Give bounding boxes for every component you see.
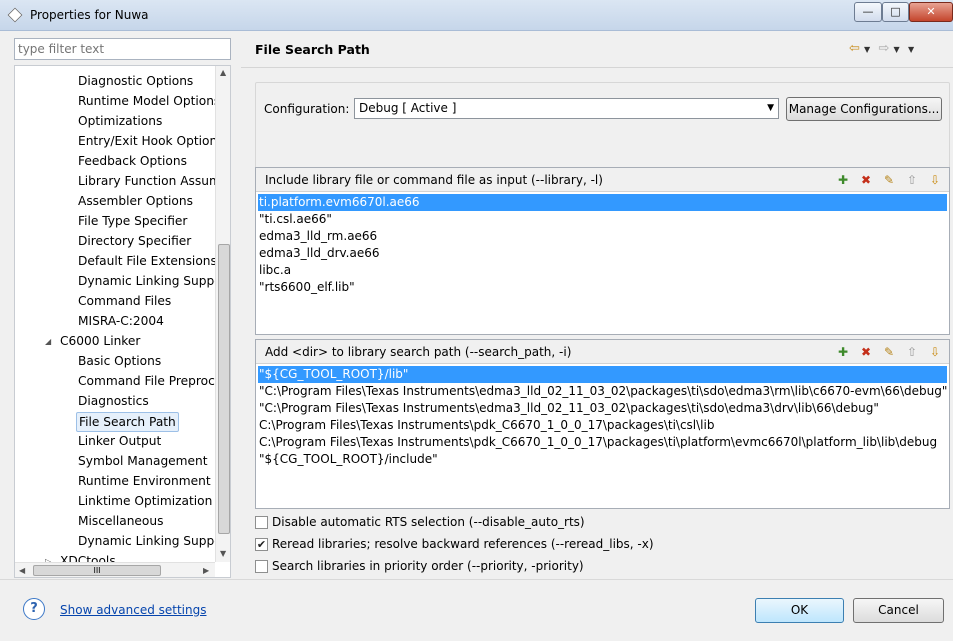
list-item[interactable]: edma3_lld_rm.ae66: [258, 228, 377, 245]
scroll-right-icon[interactable]: ▶: [203, 566, 209, 575]
edit-icon[interactable]: ✎: [881, 344, 897, 360]
search-path-list-header: Add <dir> to library search path (--sear…: [256, 340, 949, 364]
reread-libraries-checkbox[interactable]: ✔: [255, 538, 268, 551]
configuration-label: Configuration:: [264, 102, 350, 116]
filter-input[interactable]: [14, 38, 231, 60]
tree-item[interactable]: Miscellaneous: [76, 512, 165, 532]
back-dropdown-icon[interactable]: ▼: [864, 45, 870, 54]
tree-item[interactable]: Entry/Exit Hook Options: [76, 132, 226, 152]
priority-search-checkbox[interactable]: [255, 560, 268, 573]
list-item[interactable]: "${CG_TOOL_ROOT}/include": [258, 451, 438, 468]
library-list-title: Include library file or command file as …: [265, 173, 603, 187]
tree-item[interactable]: Diagnostic Options: [76, 72, 195, 92]
list-item[interactable]: "rts6600_elf.lib": [258, 279, 355, 296]
library-toolbar: ✚ ✖ ✎ ⇧ ⇩: [835, 172, 943, 188]
tree-item[interactable]: Linktime Optimization: [76, 492, 214, 512]
collapse-arrow-icon[interactable]: ◢: [45, 337, 51, 346]
back-arrow-icon[interactable]: ⇦: [849, 41, 860, 56]
tree-horizontal-thumb[interactable]: III: [33, 565, 161, 576]
tree-item[interactable]: File Type Specifier: [76, 212, 189, 232]
move-down-icon[interactable]: ⇩: [927, 344, 943, 360]
scroll-down-icon[interactable]: ▼: [220, 549, 226, 558]
show-advanced-settings-link[interactable]: Show advanced settings: [60, 603, 207, 617]
disable-auto-rts-label: Disable automatic RTS selection (--disab…: [272, 515, 585, 529]
right-panel: File Search Path ⇦ ▼ ⇨ ▼ ▼ Configuration…: [241, 31, 953, 579]
tree-item[interactable]: Feedback Options: [76, 152, 189, 172]
move-down-icon[interactable]: ⇩: [927, 172, 943, 188]
tree-vertical-thumb[interactable]: [218, 244, 230, 534]
tree-item[interactable]: Library Function Assump: [76, 172, 230, 192]
tree-item[interactable]: Assembler Options: [76, 192, 195, 212]
help-icon[interactable]: ?: [23, 598, 45, 620]
list-item[interactable]: C:\Program Files\Texas Instruments\pdk_C…: [258, 417, 714, 434]
property-tree: Diagnostic Options Runtime Model Options O…: [14, 65, 231, 578]
search-path-toolbar: ✚ ✖ ✎ ⇧ ⇩: [835, 344, 943, 360]
list-item[interactable]: "ti.csl.ae66": [258, 211, 332, 228]
forward-arrow-icon[interactable]: ⇨: [878, 41, 889, 56]
view-menu-icon[interactable]: ▼: [908, 45, 914, 54]
list-item[interactable]: C:\Program Files\Texas Instruments\pdk_C…: [258, 434, 937, 451]
tree-item[interactable]: Dynamic Linking Suppo: [76, 272, 224, 292]
edit-icon[interactable]: ✎: [881, 172, 897, 188]
tree-item[interactable]: Diagnostics: [76, 392, 151, 412]
scroll-left-icon[interactable]: ◀: [19, 566, 25, 575]
manage-configurations-button[interactable]: Manage Configurations...: [786, 97, 942, 121]
tree-vertical-scrollbar[interactable]: ▲ ▼: [215, 66, 230, 562]
disable-auto-rts-checkbox[interactable]: [255, 516, 268, 529]
tree-item[interactable]: Default File Extensions: [76, 252, 219, 272]
search-path-list-panel: Add <dir> to library search path (--sear…: [255, 339, 950, 509]
cancel-button[interactable]: Cancel: [853, 598, 944, 623]
minimize-button[interactable]: —: [854, 2, 882, 22]
forward-dropdown-icon[interactable]: ▼: [894, 45, 900, 54]
move-up-icon[interactable]: ⇧: [904, 344, 920, 360]
title-bar: Properties for Nuwa — □ ✕: [0, 0, 953, 31]
tree-item[interactable]: Optimizations: [76, 112, 164, 132]
tree-item[interactable]: Directory Specifier: [76, 232, 193, 252]
app-icon: [7, 7, 23, 23]
list-item[interactable]: "C:\Program Files\Texas Instruments\edma…: [258, 383, 947, 400]
configuration-value: Debug [ Active ]: [359, 101, 457, 115]
tree-item[interactable]: MISRA-C:2004: [76, 312, 166, 332]
header-divider: [241, 67, 953, 68]
configuration-select[interactable]: Debug [ Active ] ▼: [354, 98, 779, 119]
move-up-icon[interactable]: ⇧: [904, 172, 920, 188]
tree-item[interactable]: Symbol Management: [76, 452, 210, 472]
tree-item[interactable]: Linker Output: [76, 432, 163, 452]
library-list-panel: Include library file or command file as …: [255, 167, 950, 335]
footer-divider: [0, 579, 953, 580]
tree-item[interactable]: Runtime Environment: [76, 472, 213, 492]
library-list-header: Include library file or command file as …: [256, 168, 949, 192]
page-title: File Search Path: [255, 42, 370, 57]
page-navigation: ⇦ ▼ ⇨ ▼ ▼: [849, 41, 914, 56]
priority-search-label: Search libraries in priority order (--pr…: [272, 559, 584, 573]
add-icon[interactable]: ✚: [835, 172, 851, 188]
tree-item[interactable]: C6000 Linker: [58, 332, 142, 352]
ok-button[interactable]: OK: [755, 598, 844, 623]
list-item[interactable]: libc.a: [258, 262, 291, 279]
left-panel: Diagnostic OptionsRuntime Model OptionsO…: [0, 31, 241, 579]
maximize-button[interactable]: □: [882, 2, 909, 22]
delete-icon[interactable]: ✖: [858, 344, 874, 360]
tree-horizontal-scrollbar[interactable]: ◀ III ▶: [15, 562, 215, 577]
chevron-down-icon: ▼: [767, 103, 774, 113]
list-item[interactable]: ti.platform.evm6670l.ae66: [258, 194, 947, 211]
window-title: Properties for Nuwa: [30, 8, 149, 22]
delete-icon[interactable]: ✖: [858, 172, 874, 188]
tree-item[interactable]: Runtime Model Options: [76, 92, 222, 112]
scroll-up-icon[interactable]: ▲: [220, 68, 226, 77]
search-path-list-title: Add <dir> to library search path (--sear…: [265, 345, 572, 359]
add-icon[interactable]: ✚: [835, 344, 851, 360]
tree-item[interactable]: Dynamic Linking Suppo: [76, 532, 224, 552]
tree-item[interactable]: File Search Path: [76, 412, 179, 432]
tree-item[interactable]: Basic Options: [76, 352, 163, 372]
list-item[interactable]: edma3_lld_drv.ae66: [258, 245, 380, 262]
list-item[interactable]: "${CG_TOOL_ROOT}/lib": [258, 366, 947, 383]
reread-libraries-label: Reread libraries; resolve backward refer…: [272, 537, 654, 551]
list-item[interactable]: "C:\Program Files\Texas Instruments\edma…: [258, 400, 879, 417]
tree-item[interactable]: Command Files: [76, 292, 173, 312]
close-button[interactable]: ✕: [909, 2, 953, 22]
tree-item[interactable]: Command File Preproce: [76, 372, 224, 392]
